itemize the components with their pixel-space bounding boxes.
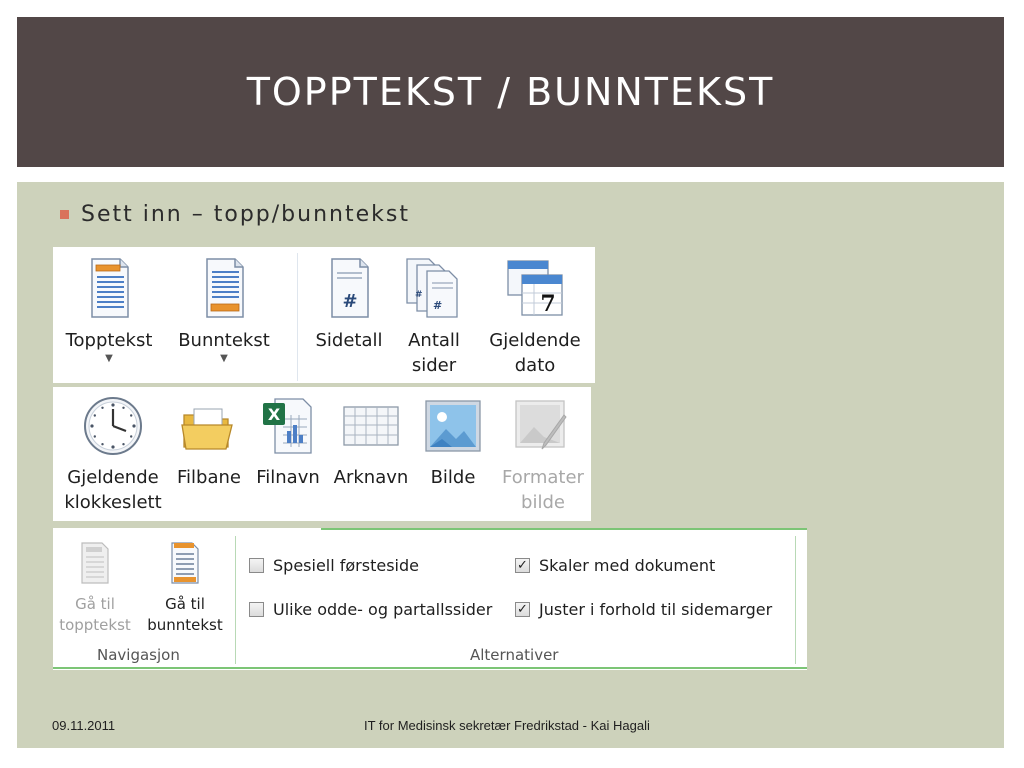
bunntekst-button[interactable]: Bunntekst ▼: [169, 257, 279, 365]
svg-text:#: #: [342, 291, 357, 312]
page-number-icon: #: [331, 258, 369, 318]
formater-bilde-button[interactable]: Formater bilde: [495, 395, 591, 515]
ulike-label: Ulike odde- og partallssider: [273, 600, 493, 619]
go-to-footer-icon: [171, 542, 199, 584]
sidetall-label: Sidetall: [315, 330, 383, 351]
header-footer-ribbon-group: Topptekst ▼ Bunntekst ▼ # Sidetall # # A…: [53, 247, 595, 383]
footer-text: IT for Medisinsk sekretær Fredrikstad - …: [364, 718, 650, 733]
formater-label-line1: Formater: [502, 467, 584, 488]
navigasjon-group-label: Navigasjon: [97, 646, 180, 664]
page-count-icon: # #: [406, 258, 458, 318]
excel-file-icon: X: [263, 398, 312, 454]
slide-title: TOPPTEKST / BUNNTEKST: [246, 70, 775, 114]
sheet-grid-icon: [343, 406, 399, 446]
group-separator: [795, 536, 796, 664]
checkbox-box[interactable]: [249, 558, 264, 573]
ga-til-topptekst-button[interactable]: Gå til topptekst: [55, 540, 135, 636]
spesiell-label: Spesiell førsteside: [273, 556, 419, 575]
dropdown-arrow-icon: ▼: [220, 353, 228, 364]
calendar-icon: 8 7: [507, 260, 563, 317]
dropdown-arrow-icon: ▼: [105, 353, 113, 364]
ga-topp-label-line2: topptekst: [59, 616, 131, 634]
bilde-label: Bilde: [430, 467, 476, 488]
antall-sider-button[interactable]: # # Antall sider: [395, 257, 473, 378]
filbane-label: Filbane: [177, 467, 241, 488]
ga-bunn-label-line2: bunntekst: [147, 616, 223, 634]
bilde-button[interactable]: Bilde: [417, 395, 489, 490]
spesiell-forsteside-checkbox[interactable]: Spesiell førsteside: [249, 556, 419, 575]
alternativer-group-label: Alternativer: [470, 646, 559, 664]
bunntekst-label: Bunntekst: [178, 330, 270, 351]
antall-label-line2: sider: [411, 355, 457, 376]
ga-til-bunntekst-button[interactable]: Gå til bunntekst: [139, 540, 231, 636]
klokke-label-line1: Gjeldende: [67, 467, 159, 488]
title-bar: TOPPTEKST / BUNNTEKST: [17, 17, 1004, 167]
filbane-button[interactable]: Filbane: [169, 395, 249, 490]
checkbox-box[interactable]: [249, 602, 264, 617]
antall-label-line1: Antall: [408, 330, 460, 351]
topptekst-button[interactable]: Topptekst ▼: [57, 257, 161, 365]
topptekst-label: Topptekst: [65, 330, 153, 351]
svg-text:7: 7: [540, 291, 555, 317]
slide-content: Sett inn – topp/bunntekst Topptekst ▼ Bu…: [17, 182, 1004, 748]
format-picture-icon: [515, 400, 567, 450]
skaler-med-dokument-checkbox[interactable]: ✓ Skaler med dokument: [515, 556, 715, 575]
skaler-label: Skaler med dokument: [539, 556, 716, 575]
dato-label-line1: Gjeldende: [489, 330, 581, 351]
insert-elements-ribbon-group: Gjeldende klokkeslett Filbane X Filnavn …: [53, 387, 591, 521]
checkbox-checked-box[interactable]: ✓: [515, 602, 530, 617]
picture-icon: [425, 400, 481, 452]
svg-text:#: #: [415, 290, 423, 300]
ulike-sider-checkbox[interactable]: Ulike odde- og partallssider: [249, 600, 492, 619]
navigation-options-ribbon: Gå til topptekst Gå til bunntekst Naviga…: [53, 528, 807, 670]
gjeldende-klokkeslett-button[interactable]: Gjeldende klokkeslett: [57, 395, 169, 515]
go-to-header-icon: [81, 542, 109, 584]
ga-topp-label-line1: Gå til: [75, 595, 115, 613]
ga-bunn-label-line1: Gå til: [165, 595, 205, 613]
ribbon-bottom-border: [53, 667, 807, 669]
folder-icon: [181, 408, 233, 450]
bullet-square-icon: [60, 210, 69, 219]
juster-sidemarger-checkbox[interactable]: ✓ Juster i forhold til sidemarger: [515, 600, 772, 619]
clock-icon: [84, 397, 142, 455]
gjeldende-dato-button[interactable]: 8 7 Gjeldende dato: [479, 257, 591, 378]
filnavn-label: Filnavn: [256, 467, 320, 488]
svg-text:X: X: [268, 405, 281, 424]
header-page-icon: [91, 258, 129, 318]
footer-date: 09.11.2011: [52, 718, 116, 733]
group-separator: [297, 253, 298, 381]
ribbon-top-border: [321, 528, 807, 530]
klokke-label-line2: klokkeslett: [64, 492, 162, 513]
filnavn-button[interactable]: X Filnavn: [251, 395, 325, 490]
sidetall-button[interactable]: # Sidetall: [307, 257, 391, 353]
arknavn-label: Arknavn: [333, 467, 409, 488]
footer-page-icon: [206, 258, 244, 318]
checkbox-checked-box[interactable]: ✓: [515, 558, 530, 573]
bullet-text: Sett inn – topp/bunntekst: [81, 202, 410, 227]
svg-text:#: #: [433, 299, 442, 312]
dato-label-line2: dato: [514, 355, 556, 376]
juster-label: Juster i forhold til sidemarger: [539, 600, 773, 619]
arknavn-button[interactable]: Arknavn: [329, 395, 413, 490]
formater-label-line2: bilde: [521, 492, 565, 513]
group-separator: [235, 536, 236, 664]
bullet-item: Sett inn – topp/bunntekst: [60, 202, 410, 227]
